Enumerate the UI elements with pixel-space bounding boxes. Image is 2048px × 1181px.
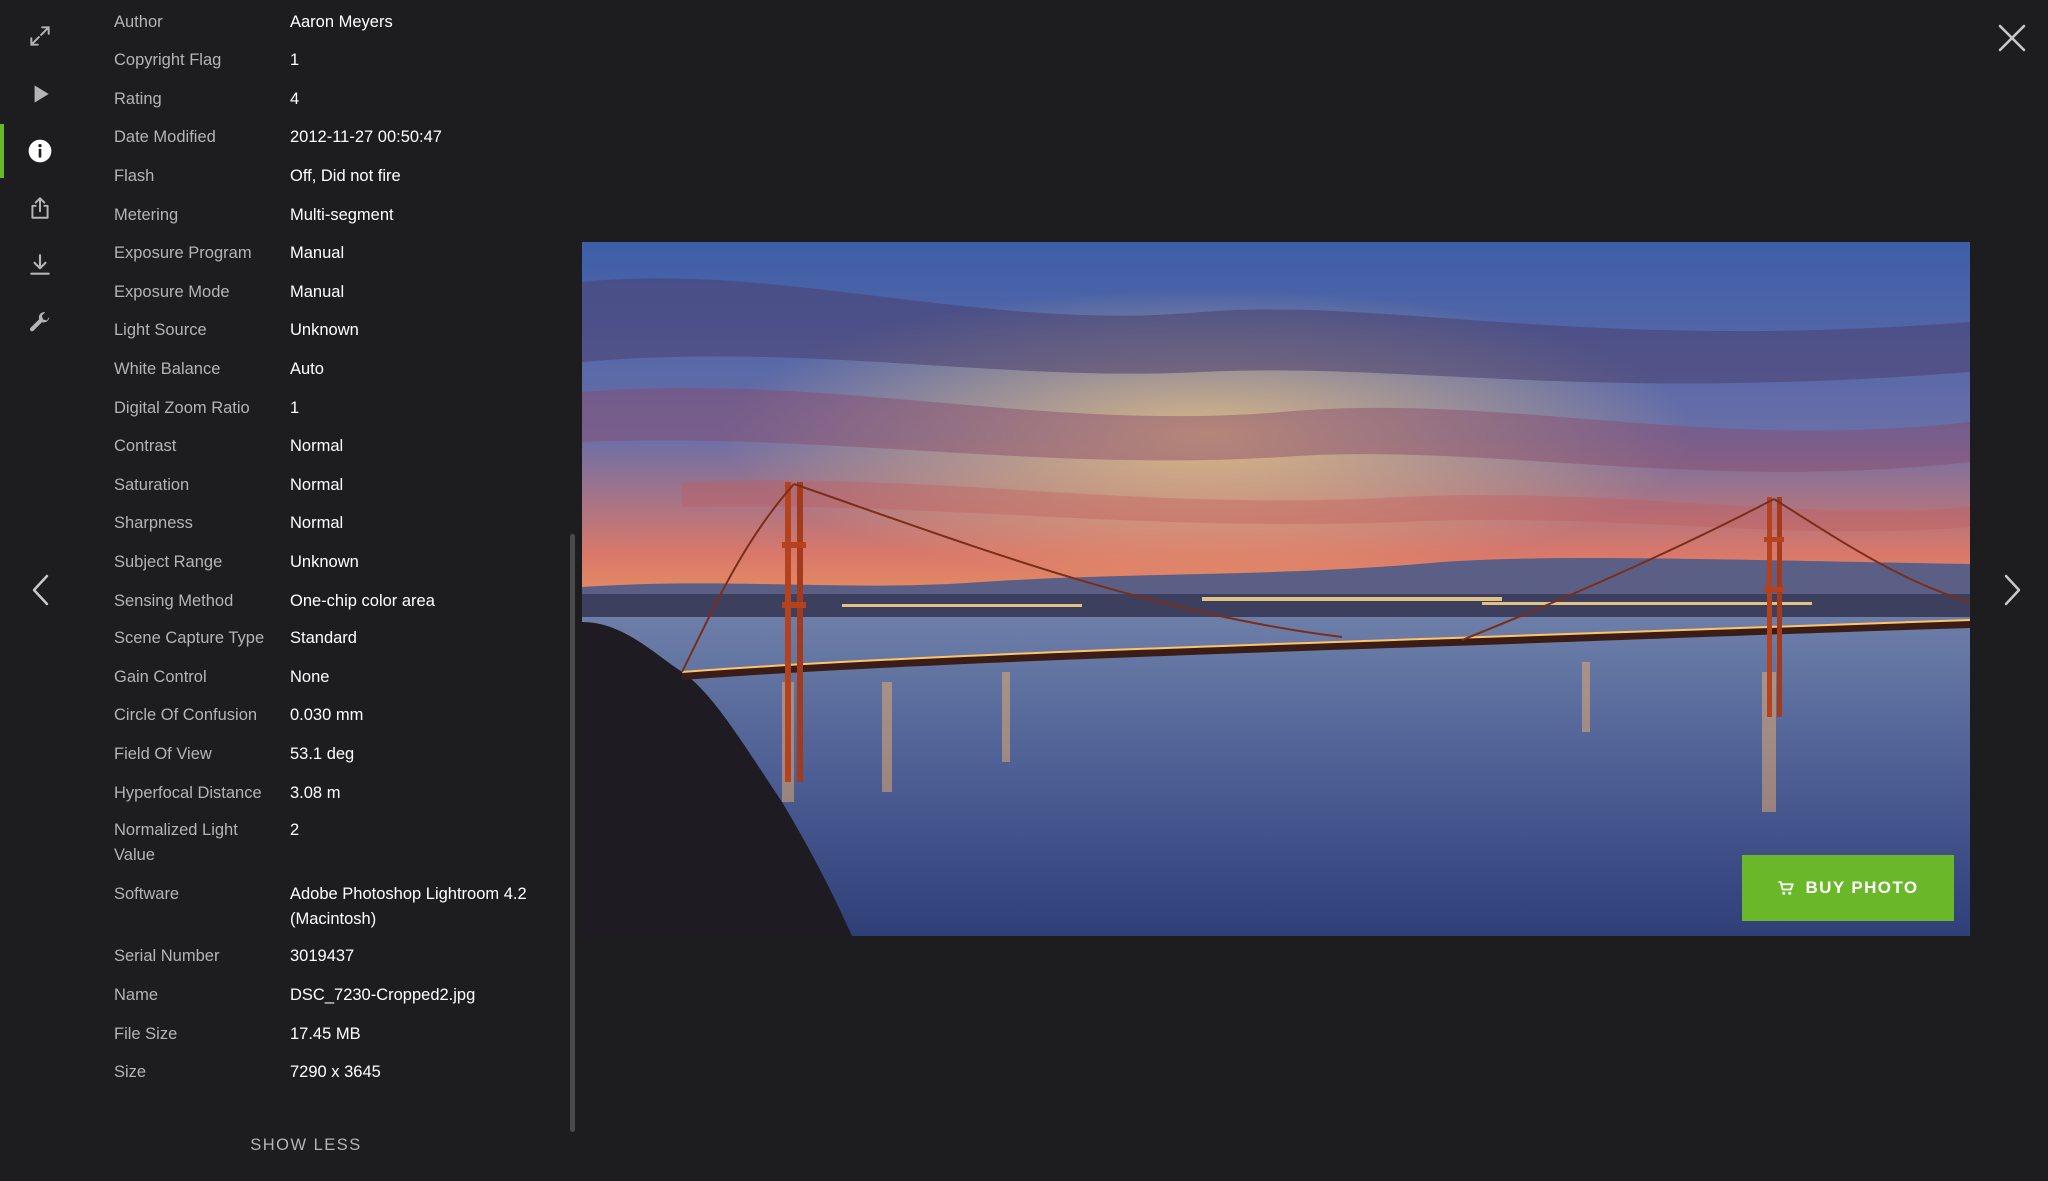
metadata-value: 3019437 xyxy=(290,947,355,965)
metadata-value: 1 xyxy=(290,51,300,69)
metadata-label: File Size xyxy=(114,1025,178,1043)
metadata-value: 53.1 deg xyxy=(290,745,355,763)
show-less-button[interactable]: SHOW LESS xyxy=(206,1136,406,1155)
metadata-label: Name xyxy=(114,986,159,1004)
tools-button[interactable] xyxy=(0,296,80,350)
golden-gate-photo xyxy=(582,242,1970,936)
metadata-label: Digital Zoom Ratio xyxy=(114,399,250,417)
metadata-label: Exposure Program xyxy=(114,244,252,262)
info-icon xyxy=(28,139,52,163)
metadata-value: None xyxy=(290,668,330,686)
metadata-value: 7290 x 3645 xyxy=(290,1063,381,1081)
metadata-value: Normal xyxy=(290,514,344,532)
metadata-label: Normalized Light Value xyxy=(114,821,238,864)
metadata-label: Circle Of Confusion xyxy=(114,706,258,724)
metadata-value: Off, Did not fire xyxy=(290,167,401,185)
metadata-label: Field Of View xyxy=(114,745,212,763)
metadata-label: Gain Control xyxy=(114,668,207,686)
close-icon xyxy=(1998,24,2026,52)
metadata-value: Auto xyxy=(290,360,324,378)
cart-icon xyxy=(1778,881,1795,895)
metadata-value: Normal xyxy=(290,437,344,455)
metadata-value: Multi-segment xyxy=(290,206,394,224)
metadata-value: Manual xyxy=(290,283,345,301)
metadata-value: DSC_7230-Cropped2.jpg xyxy=(290,986,476,1004)
metadata-value: Manual xyxy=(290,244,345,262)
metadata-value: Adobe Photoshop Lightroom 4.2 (Macintosh… xyxy=(290,885,527,928)
metadata-value: 4 xyxy=(290,90,300,108)
play-icon xyxy=(34,85,49,103)
metadata-label: Sensing Method xyxy=(114,592,234,610)
metadata-value: Normal xyxy=(290,476,344,494)
metadata-label: Metering xyxy=(114,206,179,224)
wrench-icon xyxy=(29,312,50,332)
next-button[interactable] xyxy=(1988,560,2038,620)
metadata-label: Rating xyxy=(114,90,162,108)
metadata-label: Software xyxy=(114,885,180,903)
metadata-label: Size xyxy=(114,1063,147,1081)
metadata-value: 0.030 mm xyxy=(290,706,364,724)
metadata-value: Unknown xyxy=(290,553,359,571)
download-button[interactable] xyxy=(0,238,80,292)
metadata-value: 2012-11-27 00:50:47 xyxy=(290,128,442,146)
metadata-label: Copyright Flag xyxy=(114,51,222,69)
metadata-label: Author xyxy=(114,13,163,31)
metadata-label: Scene Capture Type xyxy=(114,629,265,647)
metadata-label: Hyperfocal Distance xyxy=(114,784,262,802)
metadata-label: Subject Range xyxy=(114,553,223,571)
metadata-value: 2 xyxy=(290,821,300,839)
metadata-value: Aaron Meyers xyxy=(290,13,393,31)
metadata-panel: Author Aaron Meyers Copyright Flag 1 Ratin… xyxy=(114,0,574,1181)
panel-scrollbar[interactable] xyxy=(570,534,575,1132)
close-button[interactable] xyxy=(1992,18,2032,58)
fullscreen-button[interactable] xyxy=(0,9,80,63)
download-icon xyxy=(30,254,50,275)
buy-photo-label: BUY PHOTO xyxy=(1805,878,1919,897)
metadata-value: 1 xyxy=(290,399,300,417)
metadata-label: White Balance xyxy=(114,360,221,378)
metadata-label: Sharpness xyxy=(114,514,193,532)
metadata-label: Exposure Mode xyxy=(114,283,230,301)
metadata-label: Contrast xyxy=(114,437,177,455)
metadata-value: One-chip color area xyxy=(290,592,435,610)
main-photo xyxy=(582,242,1970,936)
fullscreen-icon xyxy=(30,26,50,46)
metadata-label: Saturation xyxy=(114,476,190,494)
metadata-value: Standard xyxy=(290,629,357,647)
metadata-label: Light Source xyxy=(114,321,207,339)
chevron-left-icon xyxy=(32,574,49,606)
share-icon xyxy=(31,197,49,219)
slideshow-button[interactable] xyxy=(0,67,80,121)
share-button[interactable] xyxy=(0,181,80,235)
metadata-value: Unknown xyxy=(290,321,359,339)
metadata-value: 17.45 MB xyxy=(290,1025,361,1043)
metadata-value: 3.08 m xyxy=(290,784,341,802)
prev-button[interactable] xyxy=(15,560,65,620)
buy-photo-button[interactable]: BUY PHOTO xyxy=(1742,855,1954,921)
metadata-label: Flash xyxy=(114,167,155,185)
metadata-label: Date Modified xyxy=(114,128,216,146)
chevron-right-icon xyxy=(2004,574,2021,606)
metadata-label: Serial Number xyxy=(114,947,220,965)
info-button[interactable] xyxy=(0,124,80,178)
